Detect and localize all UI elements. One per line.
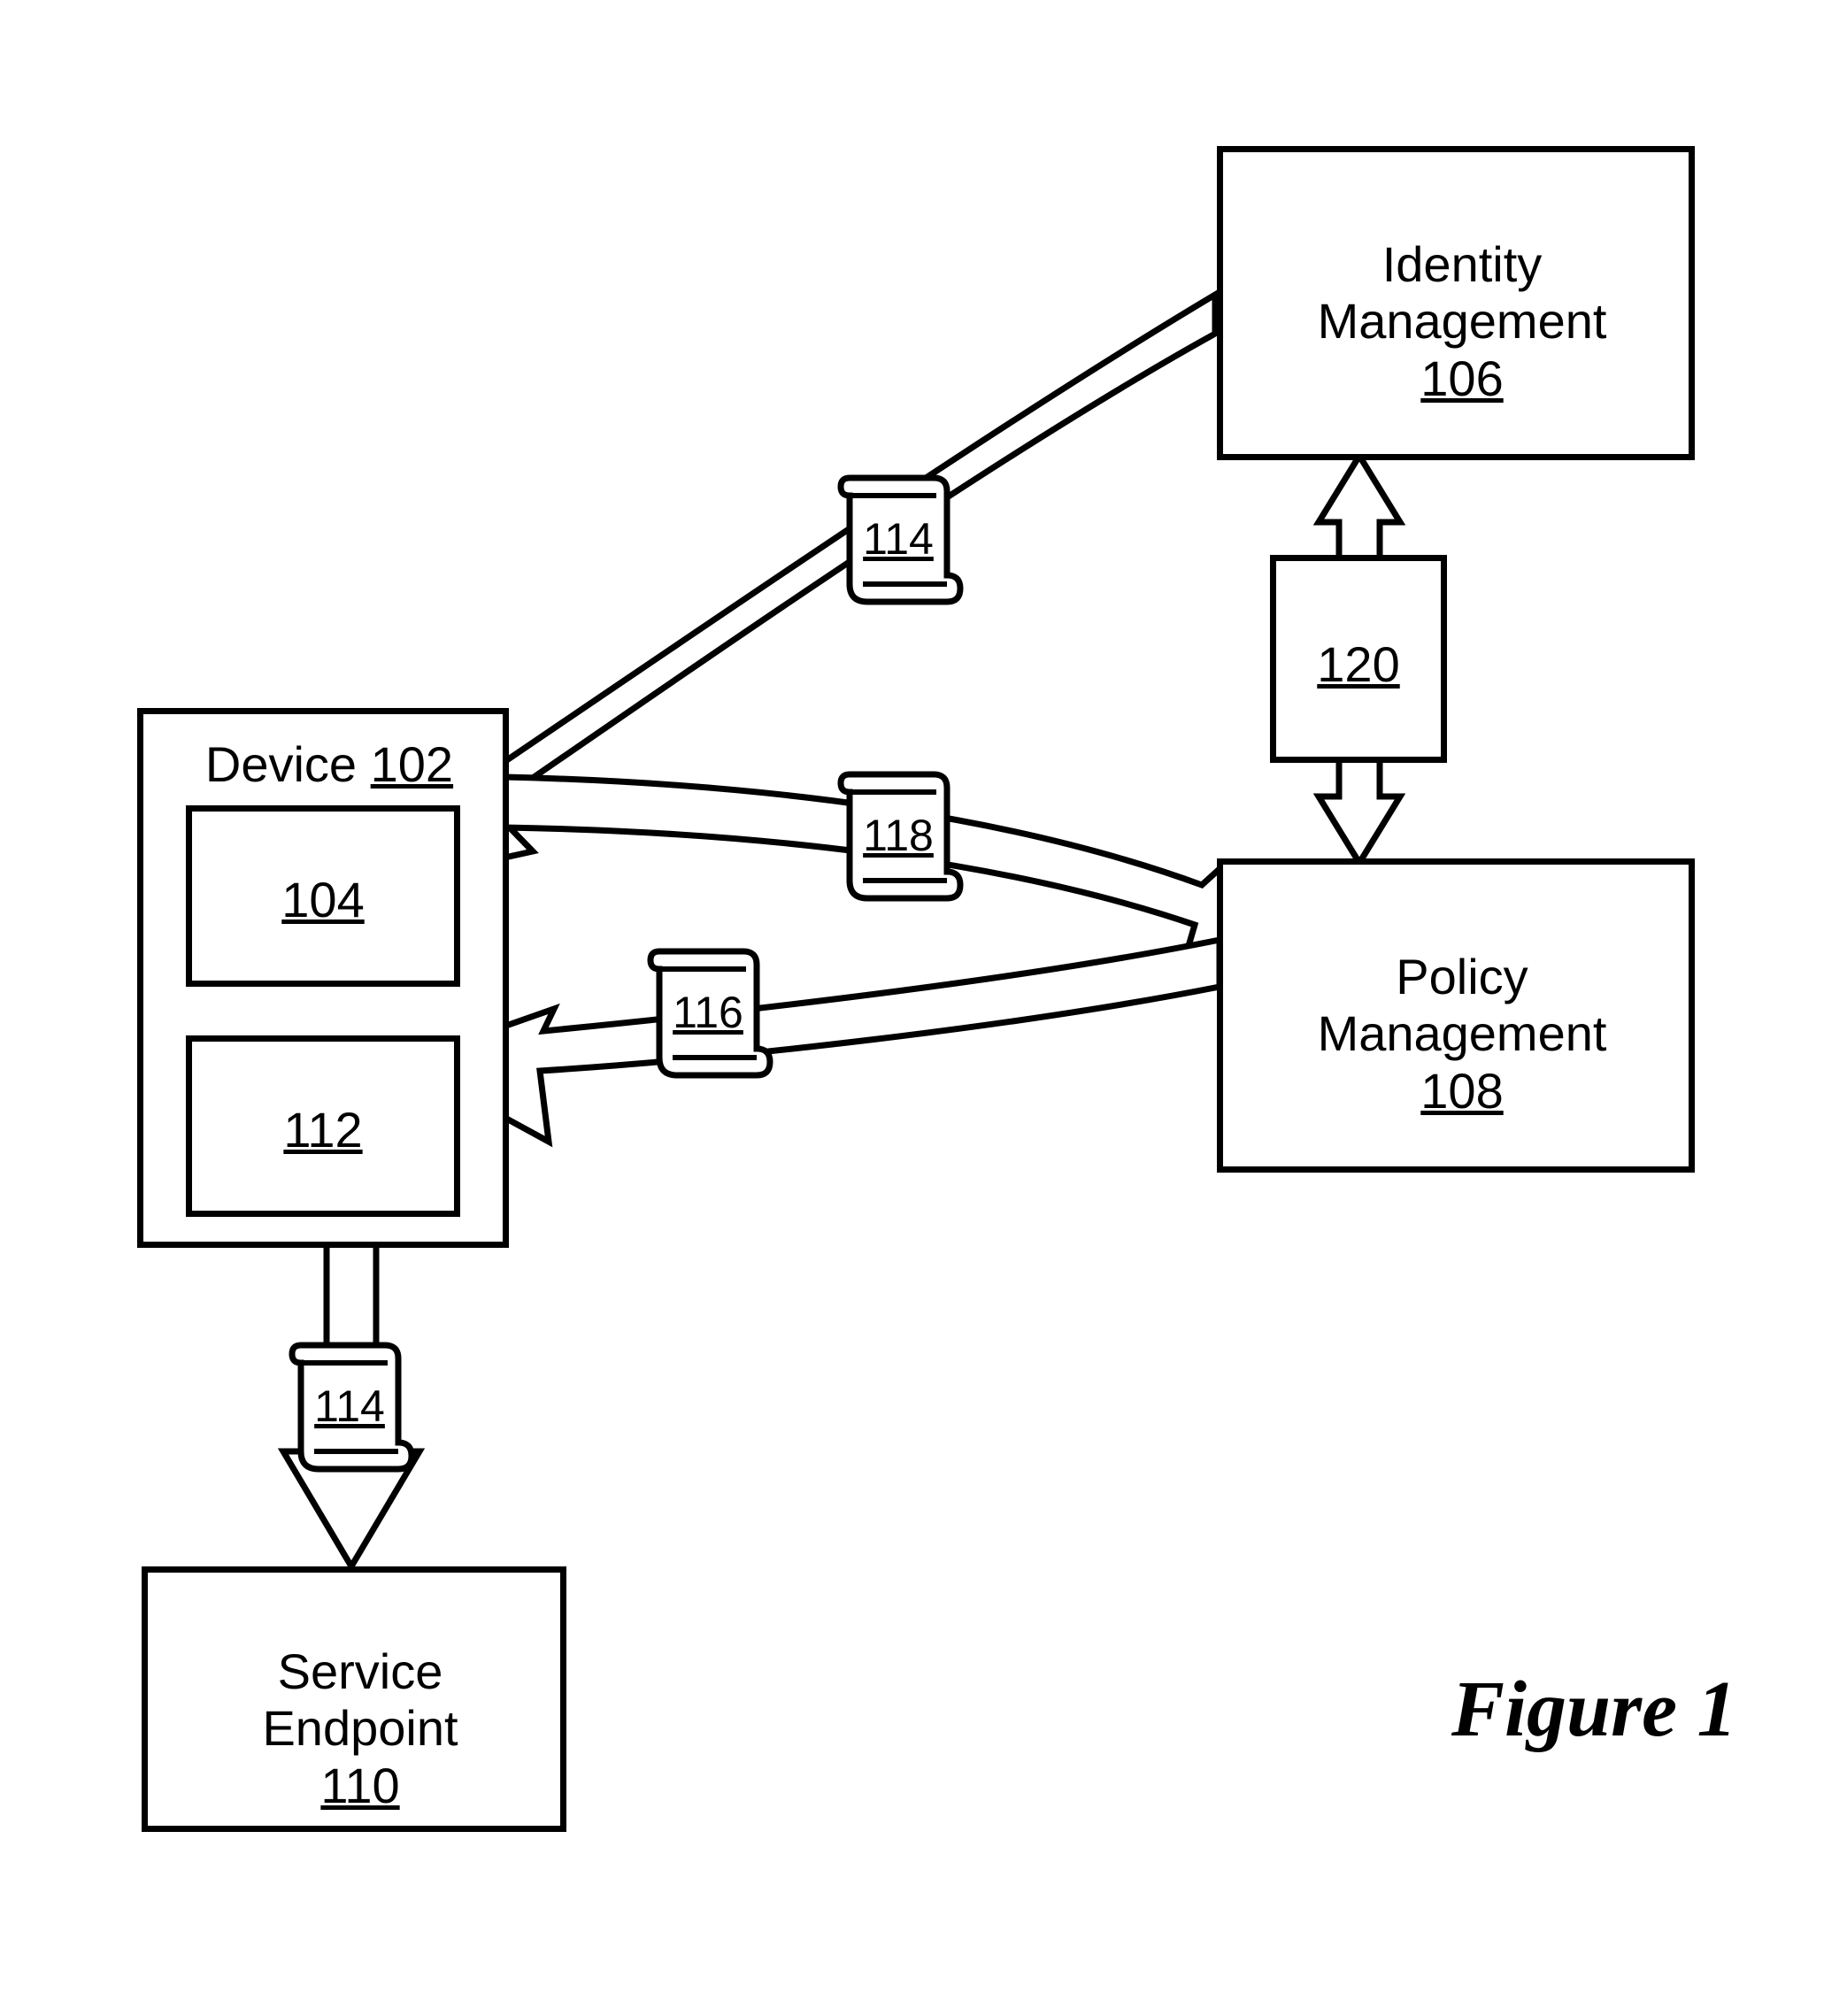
scroll-114a-ref: 114 xyxy=(832,513,965,565)
diagram-canvas: Identity Management 106 Policy Managemen… xyxy=(0,0,1847,2016)
service-endpoint-label: Service Endpoint 110 xyxy=(192,1643,528,1814)
policy-title: Policy Management xyxy=(1276,949,1648,1063)
scroll-118: 118 xyxy=(832,757,965,907)
device-ref: 102 xyxy=(371,736,453,792)
service-title: Service Endpoint xyxy=(192,1643,528,1758)
scroll-114a: 114 xyxy=(832,460,965,611)
scroll-114b: 114 xyxy=(283,1327,416,1478)
scroll-114b-ref: 114 xyxy=(283,1381,416,1432)
service-endpoint-box: Service Endpoint 110 xyxy=(142,1566,566,1832)
scroll-116-ref: 116 xyxy=(642,987,774,1038)
service-ref: 110 xyxy=(192,1758,528,1814)
device-inner-bottom-ref: 112 xyxy=(192,1102,454,1158)
link-box: 120 xyxy=(1270,555,1447,763)
scroll-118-ref: 118 xyxy=(832,810,965,861)
identity-management-box: Identity Management 106 xyxy=(1217,146,1695,460)
identity-title: Identity Management xyxy=(1276,236,1648,350)
policy-management-label: Policy Management 108 xyxy=(1276,949,1648,1120)
device-inner-bottom-box: 112 xyxy=(186,1035,460,1217)
link-box-ref: 120 xyxy=(1276,636,1441,693)
policy-ref: 108 xyxy=(1276,1063,1648,1120)
device-title: Device xyxy=(205,736,357,792)
device-inner-top-ref: 104 xyxy=(192,872,454,928)
device-label: Device 102 xyxy=(183,736,475,793)
policy-management-box: Policy Management 108 xyxy=(1217,858,1695,1173)
device-inner-top-box: 104 xyxy=(186,805,460,987)
figure-caption: Figure 1 xyxy=(1451,1664,1737,1755)
identity-management-label: Identity Management 106 xyxy=(1276,236,1648,407)
scroll-116: 116 xyxy=(642,934,774,1084)
identity-ref: 106 xyxy=(1276,350,1648,407)
